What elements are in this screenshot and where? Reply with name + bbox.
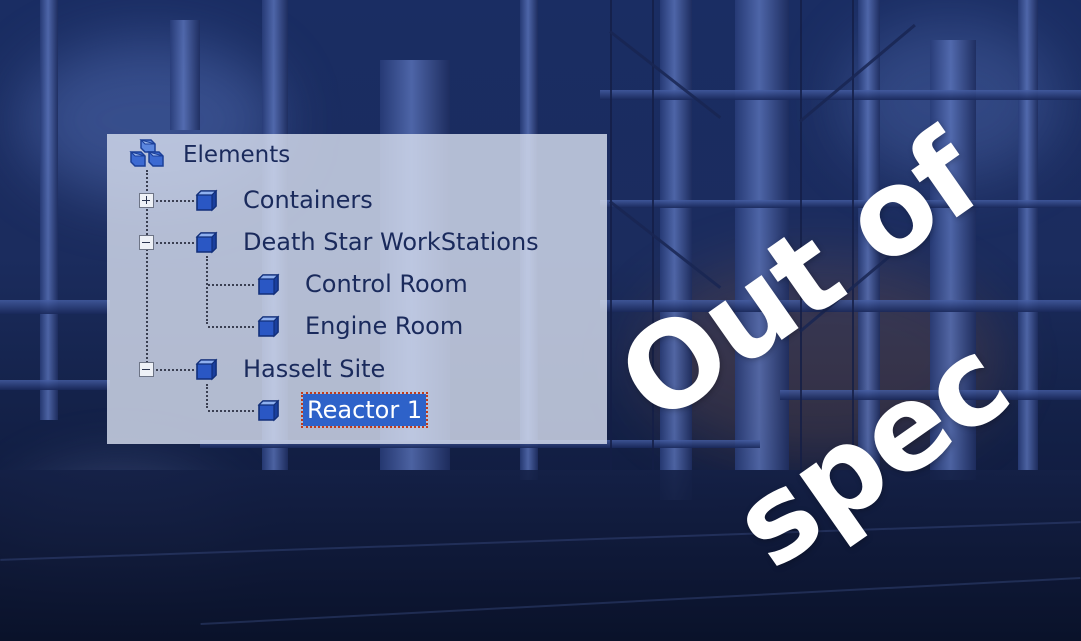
tree-connector-line: [208, 284, 254, 286]
collapse-minus-icon[interactable]: [139, 235, 154, 250]
expand-plus-icon[interactable]: [139, 193, 154, 208]
cube-icon: [257, 315, 280, 338]
tree-node-hasselt-site[interactable]: Hasselt Site: [195, 352, 385, 386]
tree-node-reactor-1[interactable]: Reactor 1: [257, 392, 429, 428]
tree-node-label: Control Room: [305, 270, 468, 298]
elements-stack-icon: [129, 138, 164, 167]
background-horizontal-pipe: [0, 300, 110, 314]
background-pipe: [170, 20, 200, 130]
cube-icon: [257, 273, 280, 296]
tree-node-label-selected: Reactor 1: [300, 392, 429, 428]
background-horizontal-pipe: [0, 380, 110, 390]
tree-node-label: Hasselt Site: [243, 355, 386, 383]
tree-connector-line: [208, 410, 254, 412]
tree-connector-line: [156, 242, 194, 244]
tree-root-label: Elements: [183, 142, 291, 168]
tree-connector-line: [156, 200, 194, 202]
tree-node-label: Death Star WorkStations: [243, 228, 539, 256]
tree-node-label: Engine Room: [305, 312, 464, 340]
tree-root-node[interactable]: Elements: [129, 138, 290, 172]
background-pipe: [40, 0, 58, 420]
cube-icon: [257, 399, 280, 422]
tree-node-label: Containers: [243, 186, 373, 214]
tree-node-control-room[interactable]: Control Room: [257, 267, 468, 301]
tree-connector-line: [156, 369, 194, 371]
cube-icon: [195, 189, 218, 212]
cube-icon: [195, 231, 218, 254]
tree-connector-line: [208, 326, 254, 328]
collapse-minus-icon[interactable]: [139, 362, 154, 377]
tree-connector-line: [206, 384, 208, 408]
tree-node-containers[interactable]: Containers: [195, 183, 373, 217]
tree-node-death-star-workstations[interactable]: Death Star WorkStations: [195, 225, 539, 259]
tree-node-engine-room[interactable]: Engine Room: [257, 309, 463, 343]
cube-icon: [195, 358, 218, 381]
tree-connector-line: [206, 256, 208, 324]
element-tree-panel: Elements Containers Death Star WorkStati…: [107, 134, 607, 444]
